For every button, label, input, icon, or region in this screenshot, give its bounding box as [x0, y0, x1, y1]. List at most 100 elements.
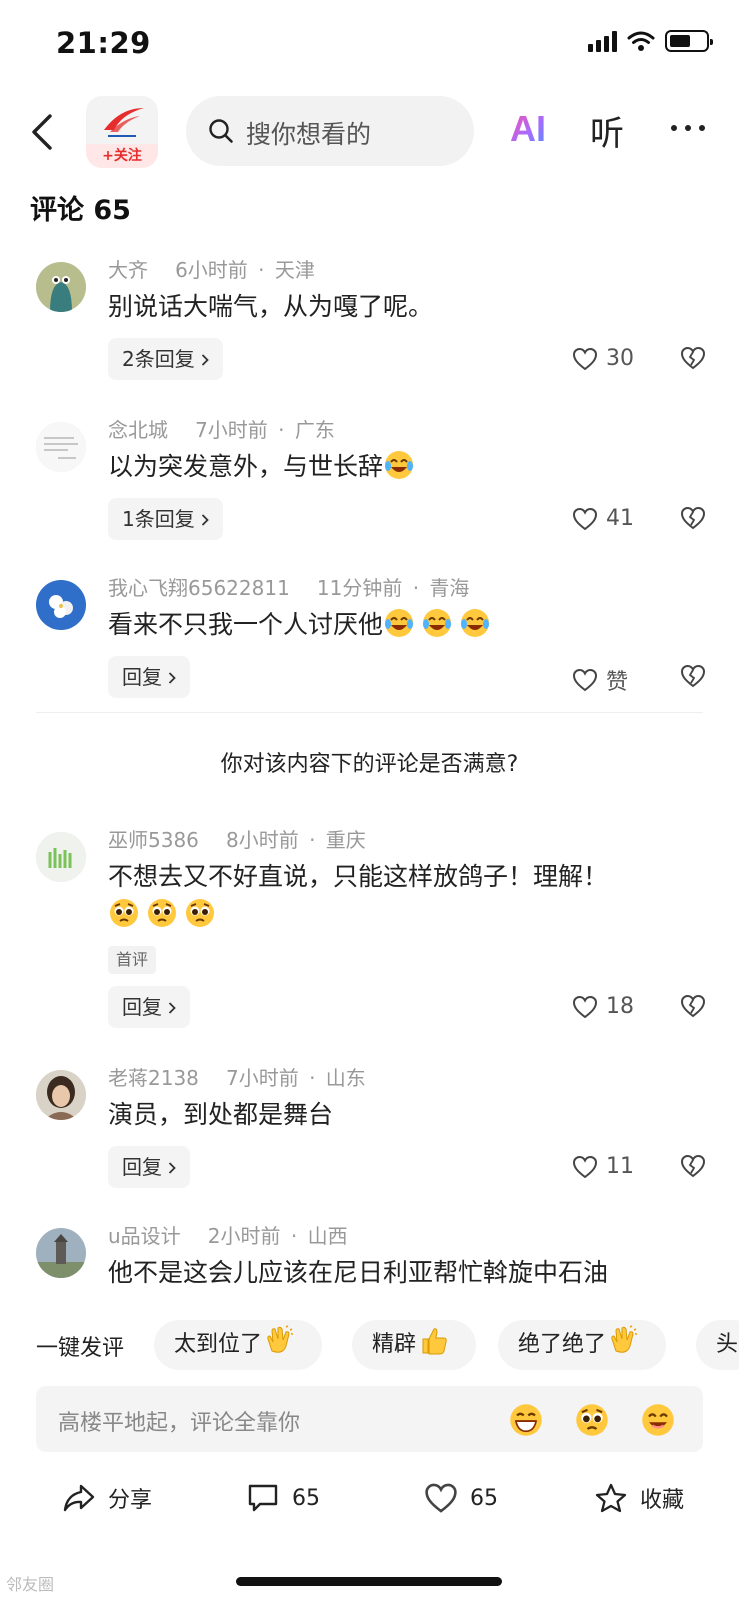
comment-icon: [248, 1484, 278, 1512]
pleading-face-emoji-icon[interactable]: [574, 1402, 610, 1438]
reply-button[interactable]: 回复: [108, 1146, 190, 1188]
avatar[interactable]: [36, 580, 86, 630]
comment-time: 2小时前: [207, 1224, 281, 1248]
divider: [36, 712, 703, 713]
like-button[interactable]: 30: [572, 346, 634, 371]
like-button[interactable]: 18: [572, 994, 634, 1019]
quick-comment-chip[interactable]: 绝了绝了: [498, 1320, 667, 1370]
comment-item: 巫师5386 8小时前 · 重庆 不想去又不好直说，只能这样放鸽子！理解！ 首评…: [0, 810, 739, 1040]
comment-text: 不想去又不好直说，只能这样放鸽子！理解！: [108, 862, 609, 891]
chevron-right-icon: [168, 672, 176, 684]
grinning-emoji-icon[interactable]: [508, 1402, 544, 1438]
first-comment-badge: 首评: [108, 946, 157, 974]
heart-icon: [424, 1482, 458, 1514]
broken-heart-icon[interactable]: [680, 664, 706, 688]
comment-survey-question[interactable]: 你对该内容下的评论是否满意?: [0, 746, 739, 778]
reply-button[interactable]: 回复: [108, 986, 190, 1028]
share-button[interactable]: 分享: [62, 1482, 152, 1514]
avatar[interactable]: [36, 262, 86, 312]
status-time: 21:29: [56, 26, 151, 60]
comment-item: 老蒋2138 7小时前 · 山东 演员，到处都是舞台 回复 11: [0, 1048, 739, 1198]
reply-button[interactable]: 回复: [108, 656, 190, 698]
wifi-icon: [627, 31, 655, 51]
comment-username[interactable]: 我心飞翔65622811: [108, 576, 290, 600]
comment-text: 演员，到处都是舞台: [108, 1100, 334, 1129]
follow-button[interactable]: +关注: [86, 144, 158, 168]
home-indicator[interactable]: [236, 1577, 502, 1586]
avatar[interactable]: [36, 1228, 86, 1278]
quick-comment-chip[interactable]: 太到位了: [154, 1320, 323, 1370]
watermark: 邻友圈: [6, 1575, 55, 1594]
quick-comment-row: 一键发评 太到位了 精辟 绝了绝了 头: [0, 1320, 739, 1372]
like-count: 41: [606, 506, 634, 531]
heart-icon: [572, 507, 598, 531]
more-icon[interactable]: [668, 118, 708, 138]
comment-location: 重庆: [325, 828, 366, 852]
search-bar[interactable]: 搜你想看的: [186, 96, 474, 166]
broken-heart-icon[interactable]: [680, 1154, 706, 1178]
share-icon: [63, 1484, 95, 1512]
comment-item: u品设计 2小时前 · 山西 他不是这会儿应该在尼日利亚帮忙斡旋中石油: [0, 1206, 739, 1310]
publisher-logo-icon: [104, 108, 144, 137]
clapping-hands-emoji-icon: [608, 1325, 640, 1357]
comments-title: 评论 65: [30, 195, 131, 226]
star-icon: [595, 1483, 627, 1513]
favorite-label: 收藏: [640, 1488, 685, 1513]
reply-button[interactable]: 2条回复: [108, 338, 223, 380]
comment-location: 广东: [294, 418, 335, 442]
chevron-right-icon: [201, 354, 209, 366]
clapping-hands-emoji-icon: [264, 1325, 296, 1357]
comment-time: 8小时前: [225, 828, 299, 852]
like-article-button[interactable]: 65: [424, 1482, 498, 1514]
laughing-crying-emoji-icon: [383, 449, 415, 481]
quick-comment-chip[interactable]: 精辟: [352, 1320, 477, 1370]
broken-heart-icon[interactable]: [680, 346, 706, 370]
broken-heart-icon[interactable]: [680, 994, 706, 1018]
listen-button[interactable]: 听: [590, 106, 624, 155]
quick-comment-chip[interactable]: 头: [696, 1320, 739, 1370]
chevron-right-icon: [201, 514, 209, 526]
comment-username[interactable]: 念北城: [108, 418, 168, 442]
back-icon[interactable]: [28, 112, 58, 152]
comment-username[interactable]: 巫师5386: [108, 828, 199, 852]
reply-label: 回复: [122, 1155, 162, 1179]
comment-username[interactable]: 老蒋2138: [108, 1066, 199, 1090]
quick-comment-text: 太到位了: [174, 1332, 263, 1357]
comment-text: 看来不只我一个人讨厌他: [108, 610, 384, 639]
comment-location: 山东: [325, 1066, 366, 1090]
reply-button[interactable]: 1条回复: [108, 498, 223, 540]
like-button[interactable]: 41: [572, 506, 634, 531]
like-button[interactable]: 赞: [572, 664, 628, 696]
comment-body: 以为突发意外，与世长辞: [108, 448, 708, 486]
bottom-toolbar: 分享 65 65 收藏: [0, 1470, 739, 1530]
avatar[interactable]: [36, 422, 86, 472]
comment-username[interactable]: 大齐: [108, 258, 148, 282]
favorite-button[interactable]: 收藏: [594, 1482, 684, 1514]
like-button[interactable]: 11: [572, 1154, 634, 1179]
pleading-face-emoji-icon: [184, 897, 216, 929]
heart-icon: [572, 347, 598, 371]
avatar[interactable]: [36, 1070, 86, 1120]
comment-username[interactable]: u品设计: [108, 1224, 181, 1248]
comment-body: 不想去又不好直说，只能这样放鸽子！理解！: [108, 858, 708, 934]
comment-time: 11分钟前: [316, 576, 403, 600]
heart-icon: [572, 995, 598, 1019]
comment-location: 青海: [429, 576, 470, 600]
pleading-face-emoji-icon: [146, 897, 178, 929]
avatar[interactable]: [36, 832, 86, 882]
comments-button[interactable]: 65: [246, 1482, 320, 1514]
reply-label: 1条回复: [122, 507, 195, 531]
quick-comment-text: 头: [716, 1332, 739, 1357]
comment-time: 6小时前: [175, 258, 248, 282]
laughing-crying-emoji-icon: [459, 607, 491, 639]
comment-input[interactable]: 高楼平地起，评论全靠你: [36, 1386, 703, 1452]
heart-icon: [572, 1155, 598, 1179]
broken-heart-icon[interactable]: [680, 506, 706, 530]
comment-location: 山西: [307, 1224, 348, 1248]
status-icons: [588, 30, 713, 52]
comment-meta: 念北城 7小时前 · 广东: [108, 418, 335, 442]
publisher-avatar[interactable]: +关注: [86, 96, 158, 168]
reply-label: 2条回复: [122, 347, 195, 371]
ai-button[interactable]: AI: [510, 108, 546, 150]
smiling-emoji-icon[interactable]: [640, 1402, 676, 1438]
